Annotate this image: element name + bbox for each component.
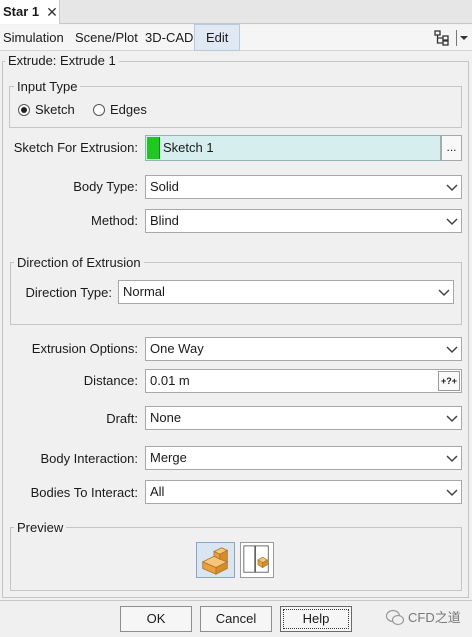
bodies-to-interact-value: All [150,484,165,499]
direction-type-value: Normal [123,284,165,299]
menu-scene-plot[interactable]: Scene/Plot [75,25,138,51]
chevron-down-icon [446,455,458,463]
chevron-down-icon [438,289,450,297]
bodies-to-interact-select[interactable]: All [145,480,462,504]
extrusion-options-value: One Way [150,341,204,356]
input-type-legend: Input Type [14,79,81,95]
units-button[interactable]: +?+ [438,371,460,391]
extrusion-options-label: Extrusion Options: [31,341,138,356]
direction-type-select[interactable]: Normal [118,280,454,304]
distance-input[interactable]: 0.01 m +?+ [145,369,462,393]
close-icon[interactable]: ✕ [45,0,59,24]
chat-bubbles-icon [385,609,405,626]
chevron-down-icon[interactable] [458,30,470,46]
sketch-for-extrusion-label: Sketch For Extrusion: [13,140,138,155]
chevron-down-icon [446,218,458,226]
draft-label: Draft: [106,411,138,426]
footer-divider [0,600,472,601]
distance-label: Distance: [83,373,138,388]
cancel-button[interactable]: Cancel [200,606,272,632]
hierarchy-icon[interactable] [434,30,450,46]
draft-value: None [150,410,182,425]
toolbar-divider [456,30,457,46]
preview-legend: Preview [14,520,67,536]
sketch-browse-button[interactable]: ... [441,135,462,161]
menu-simulation[interactable]: Simulation [3,25,64,51]
body-interaction-label: Body Interaction: [40,451,138,466]
chevron-down-icon [446,184,458,192]
solid-body-icon [201,547,229,575]
preview-section-button[interactable] [240,542,274,578]
chevron-down-icon [446,346,458,354]
body-type-select[interactable]: Solid [145,175,462,199]
ok-button[interactable]: OK [120,606,192,632]
menu-edit[interactable]: Edit [194,24,241,51]
bodies-to-interact-label: Bodies To Interact: [30,485,138,500]
radio-sketch-label: Sketch [35,102,75,117]
body-type-value: Solid [150,179,179,194]
method-select[interactable]: Blind [145,209,462,233]
tab-title: Star 1 [3,4,40,19]
distance-value: 0.01 m [150,373,190,388]
menu-3d-cad[interactable]: 3D-CAD [145,25,193,51]
method-value: Blind [150,213,179,228]
help-button[interactable]: Help [280,606,352,632]
body-interaction-value: Merge [150,450,187,465]
watermark-text: CFD之道 [408,610,461,625]
body-interaction-select[interactable]: Merge [145,446,462,470]
tab-strip: Star 1 ✕ [0,0,472,24]
panel-title: Extrude: Extrude 1 [5,53,119,69]
menu-bar: Simulation Scene/Plot 3D-CAD Edit [0,24,472,51]
method-label: Method: [91,213,138,228]
direction-legend: Direction of Extrusion [14,255,144,271]
radio-edges[interactable] [93,104,105,116]
draft-select[interactable]: None [145,406,462,430]
preview-group [10,527,462,591]
extrusion-options-select[interactable]: One Way [145,337,462,361]
body-type-label: Body Type: [73,179,138,194]
radio-sketch[interactable] [18,104,30,116]
direction-type-label: Direction Type: [25,285,112,300]
preview-solid-button[interactable] [196,542,235,578]
radio-edges-label: Edges [110,102,147,117]
sketch-color-swatch [147,137,160,159]
chevron-down-icon [446,415,458,423]
sketch-for-extrusion-field[interactable]: Sketch 1 [145,135,441,161]
chevron-down-icon [446,489,458,497]
section-view-icon [243,545,269,573]
sketch-for-extrusion-value: Sketch 1 [163,140,214,155]
